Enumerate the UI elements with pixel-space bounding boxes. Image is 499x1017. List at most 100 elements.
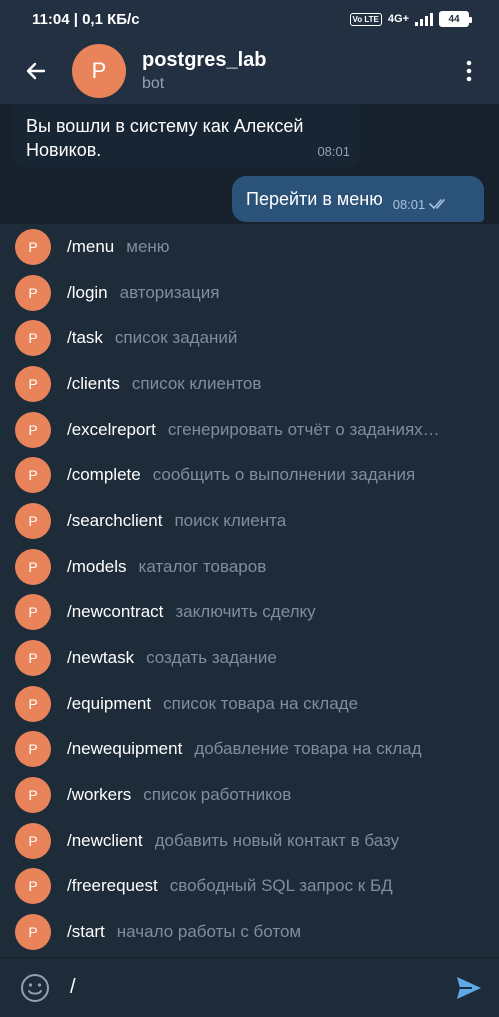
command-description: сообщить о выполнении задания	[152, 465, 416, 485]
emoji-button[interactable]	[0, 958, 70, 1017]
command-description: меню	[126, 236, 170, 256]
command-description: список заданий	[114, 328, 238, 348]
command-name: /complete	[67, 465, 141, 485]
status-time: 11:04	[32, 10, 70, 28]
command-item[interactable]: P/models каталог товаров	[0, 544, 499, 590]
battery-icon: 44	[439, 11, 472, 27]
command-item[interactable]: P/equipment список товара на складе	[0, 681, 499, 727]
status-left: 11:04 | 0,1 КБ/с	[32, 11, 140, 28]
status-speed: 0,1 КБ/с	[82, 10, 140, 28]
incoming-message-text: Вы вошли в систему как Алексей Новиков.	[26, 116, 304, 160]
command-item[interactable]: P/newclient добавить новый контакт в базу	[0, 818, 499, 864]
command-item[interactable]: P/task список заданий	[0, 315, 499, 361]
command-description: список товара на складе	[163, 693, 359, 713]
back-button[interactable]	[0, 38, 72, 104]
command-name: /clients	[67, 373, 120, 393]
bot-commands-list: P/menu меню P/login авторизация P/task список…	[0, 224, 499, 957]
command-bot-avatar: P	[15, 822, 51, 859]
command-bot-avatar: P	[15, 457, 51, 494]
battery-level: 44	[441, 13, 467, 25]
command-name: /searchclient	[67, 510, 163, 530]
command-bot-avatar: P	[15, 731, 51, 768]
chat-header: P postgres_lab bot	[0, 38, 499, 104]
command-bot-avatar: P	[15, 502, 51, 539]
outgoing-message[interactable]: Перейти в меню 08:01	[232, 176, 484, 222]
message-input-bar: /	[0, 957, 499, 1017]
command-item[interactable]: P/searchclient поиск клиента	[0, 498, 499, 544]
status-bar: 11:04 | 0,1 КБ/с Vo LTE 4G+ 44	[0, 0, 499, 38]
command-bot-avatar: P	[15, 548, 51, 585]
command-bot-avatar: P	[15, 685, 51, 722]
send-button[interactable]	[439, 958, 499, 1017]
message-list[interactable]: Вы вошли в систему как Алексей Новиков. …	[0, 104, 499, 224]
command-bot-avatar: P	[15, 365, 51, 402]
command-bot-avatar: P	[15, 228, 51, 265]
command-name: /start	[67, 922, 105, 942]
command-item[interactable]: P/login авторизация	[0, 270, 499, 316]
command-name: /login	[67, 282, 108, 302]
status-icons: Vo LTE 4G+ 44	[349, 11, 472, 27]
more-options-button[interactable]	[439, 38, 499, 104]
command-description: добавление товара на склад	[194, 739, 422, 759]
incoming-message-time: 08:01	[317, 144, 350, 159]
volte-icon: Vo LTE	[349, 12, 382, 26]
incoming-message[interactable]: Вы вошли в систему как Алексей Новиков. …	[12, 104, 360, 168]
command-name: /models	[67, 556, 127, 576]
smiley-icon	[21, 973, 49, 1002]
command-bot-avatar: P	[15, 777, 51, 814]
command-name: /excelreport	[67, 419, 156, 439]
chat-subtitle: bot	[142, 75, 165, 92]
command-description: список работников	[143, 785, 292, 805]
command-name: /equipment	[67, 693, 152, 713]
status-separator: |	[73, 10, 78, 28]
command-description: список клиентов	[131, 373, 262, 393]
command-bot-avatar: P	[15, 640, 51, 677]
command-name: /newcontract	[67, 602, 164, 622]
command-description: каталог товаров	[138, 556, 267, 576]
send-icon	[457, 976, 481, 999]
command-description: сгенерировать отчёт о заданиях…	[167, 419, 440, 439]
command-item[interactable]: P/workers список работников	[0, 772, 499, 818]
command-bot-avatar: P	[15, 868, 51, 905]
command-bot-avatar: P	[15, 411, 51, 448]
command-description: создать задание	[146, 648, 277, 668]
command-name: /workers	[67, 785, 132, 805]
command-description: поиск клиента	[174, 510, 287, 530]
outgoing-message-time: 08:01	[392, 196, 426, 212]
command-name: /menu	[67, 236, 115, 256]
command-name: /task	[67, 328, 103, 348]
command-item[interactable]: P/start начало работы с ботом	[0, 909, 499, 955]
command-bot-avatar: P	[15, 274, 51, 311]
command-description: свободный SQL запрос к БД	[169, 876, 393, 896]
signal-icon	[415, 12, 433, 26]
chat-title: postgres_lab	[142, 49, 267, 71]
command-description: заключить сделку	[175, 602, 316, 622]
command-item[interactable]: P/newtask создать задание	[0, 635, 499, 681]
bot-avatar-letter: P	[91, 58, 107, 83]
command-name: /newclient	[67, 830, 143, 850]
outgoing-message-text: Перейти в меню	[246, 188, 383, 209]
command-item[interactable]: P/menu меню	[0, 224, 499, 270]
message-input[interactable]: /	[70, 976, 439, 999]
command-name: /newtask	[67, 648, 135, 668]
command-description: добавить новый контакт в базу	[154, 830, 400, 850]
command-item[interactable]: P/newcontract заключить сделку	[0, 590, 499, 636]
command-item[interactable]: P/excelreport сгенерировать отчёт о задан…	[0, 407, 499, 453]
arrow-left-icon	[26, 62, 46, 80]
more-vertical-icon	[466, 60, 472, 82]
chat-title-block[interactable]: postgres_lab bot	[142, 49, 439, 93]
command-item[interactable]: P/complete сообщить о выполнении задания	[0, 452, 499, 498]
command-item[interactable]: P/clients список клиентов	[0, 361, 499, 407]
bot-avatar[interactable]: P	[72, 44, 126, 98]
read-check-icon	[429, 199, 446, 209]
command-item[interactable]: P/freerequest свободный SQL запрос к БД	[0, 864, 499, 910]
command-bot-avatar: P	[15, 914, 51, 951]
command-name: /newequipment	[67, 739, 183, 759]
command-bot-avatar: P	[15, 320, 51, 357]
command-description: начало работы с ботом	[116, 922, 302, 942]
command-item[interactable]: P/newequipment добавление товара на склад	[0, 727, 499, 773]
network-type: 4G+	[387, 13, 409, 25]
command-bot-avatar: P	[15, 594, 51, 631]
command-name: /freerequest	[67, 876, 158, 896]
command-description: авторизация	[119, 282, 220, 302]
